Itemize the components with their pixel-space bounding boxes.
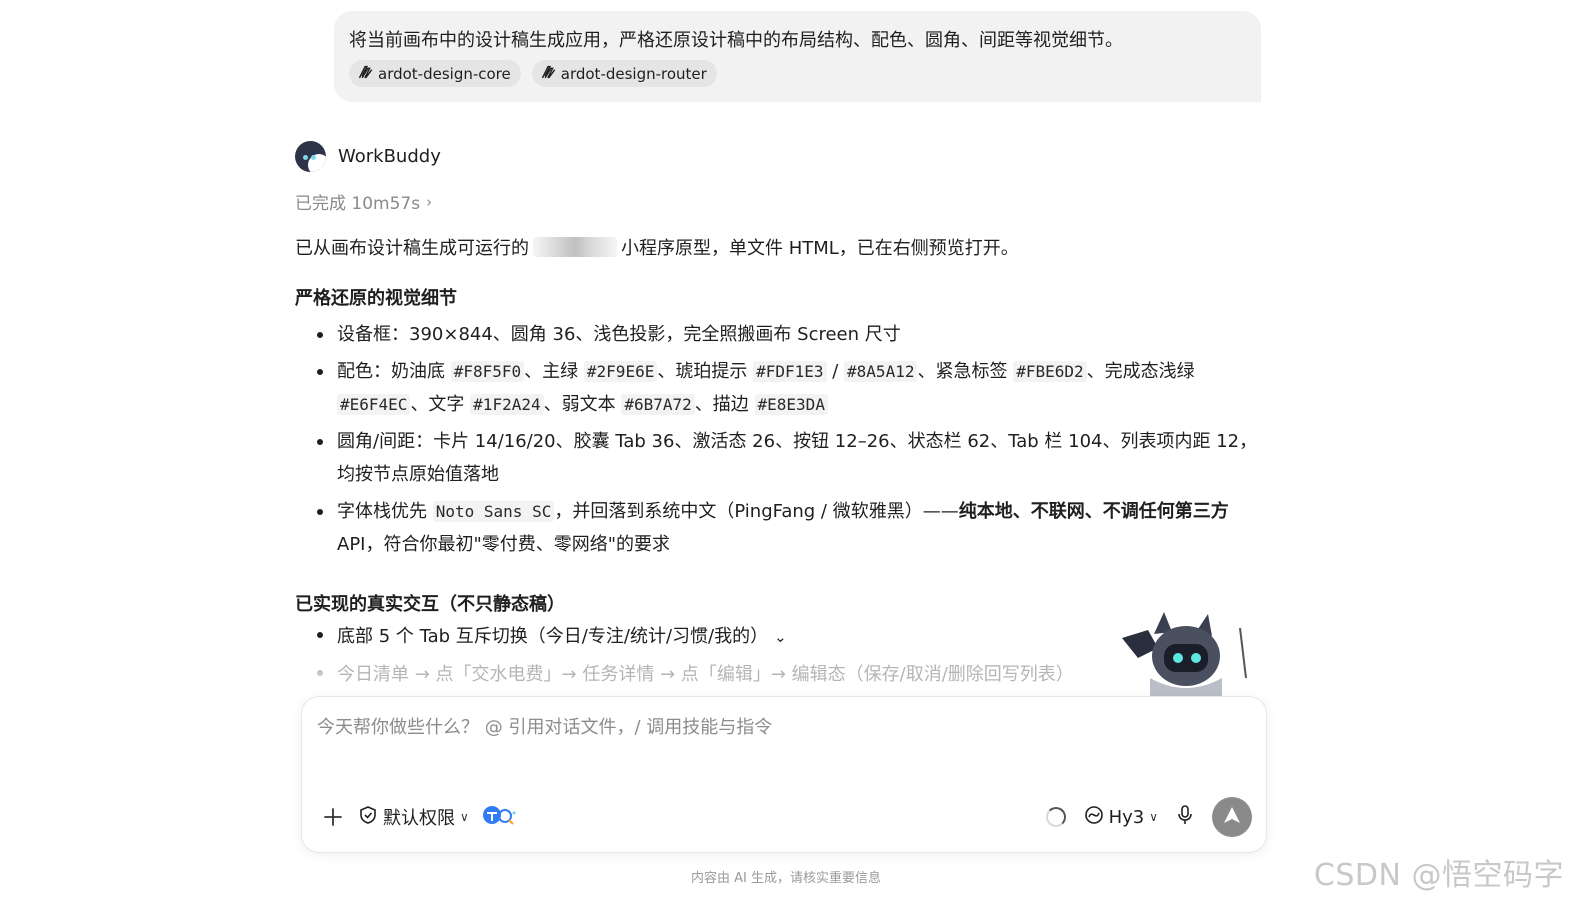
watermark: CSDN @悟空码字 — [1313, 858, 1564, 893]
visual-details-list: 设备框：390×844、圆角 36、浅色投影，完全照搬画布 Screen 尺寸 … — [295, 318, 1265, 561]
color-code: #FDF1E3 — [753, 361, 827, 382]
color-code: #FBE6D2 — [1013, 361, 1087, 382]
list-item: 字体栈优先 Noto Sans SC ，并回落到系统中文（PingFang / 微… — [295, 495, 1265, 561]
model-dropdown[interactable]: Hy3 ∨ — [1084, 805, 1158, 830]
intro-text-after: 小程序原型，单文件 HTML，已在右侧预览打开。 — [621, 238, 1019, 259]
user-message-bubble: 将当前画布中的设计稿生成应用，严格还原设计稿中的布局结构、配色、圆角、间距等视觉… — [334, 11, 1261, 102]
completion-status[interactable]: 已完成 10m57s › — [295, 189, 433, 215]
spinner-icon — [1045, 807, 1066, 827]
send-arrow-icon — [1222, 805, 1242, 829]
chevron-down-icon: ∨ — [1149, 810, 1158, 824]
list-item: 配色：奶油底 #F8F5F0 、主绿 #2F9E6E 、琥珀提示 #FDF1E3 /… — [295, 355, 1265, 421]
permission-label: 默认权限 — [383, 808, 455, 829]
model-label: Hy3 — [1108, 806, 1145, 828]
assistant-name: WorkBuddy — [338, 146, 441, 167]
skill-chip-icon — [357, 63, 375, 85]
font-code: Noto Sans SC — [432, 501, 555, 522]
skill-chip[interactable]: ardot-design-router — [531, 60, 717, 87]
mic-icon[interactable] — [1176, 804, 1194, 830]
permission-dropdown[interactable]: 默认权限 ∨ — [358, 804, 469, 830]
skill-chip[interactable]: ardot-design-core — [349, 60, 521, 87]
color-code: #F8F5F0 — [450, 361, 525, 382]
agent-icon[interactable] — [481, 803, 517, 831]
redacted-name — [533, 237, 617, 257]
chevron-right-icon: › — [426, 192, 433, 211]
assistant-response: 已从画布设计稿生成可运行的 小程序原型，单文件 HTML，已在右侧预览打开。 严格… — [295, 236, 1265, 565]
color-code: #E8E3DA — [754, 394, 828, 415]
composer-toolbar: 默认权限 ∨ Hy3 ∨ — [320, 796, 1252, 838]
skill-chip-label: ardot-design-core — [378, 64, 511, 83]
chevron-down-icon[interactable]: ⌄ — [774, 619, 787, 656]
list-item: 设备框：390×844、圆角 36、浅色投影，完全照搬画布 Screen 尺寸 — [295, 318, 1265, 351]
mascot-image — [1118, 608, 1248, 698]
color-code: #2F9E6E — [583, 361, 658, 382]
skill-chip-label: ardot-design-router — [560, 64, 707, 83]
color-code: #8A5A12 — [844, 361, 918, 382]
chat-composer: 默认权限 ∨ Hy3 ∨ — [301, 696, 1267, 853]
plus-icon[interactable] — [320, 804, 346, 830]
message-input[interactable] — [317, 717, 1217, 738]
color-code: #E6F4EC — [337, 394, 411, 415]
completion-status-text: 已完成 10m57s — [295, 194, 421, 214]
user-message-text: 将当前画布中的设计稿生成应用，严格还原设计稿中的布局结构、配色、圆角、间距等视觉… — [349, 30, 1123, 51]
skill-chip-icon — [540, 63, 558, 85]
model-icon — [1084, 805, 1104, 830]
shield-check-icon — [358, 805, 378, 830]
intro-text-before: 已从画布设计稿生成可运行的 — [295, 238, 529, 259]
send-button[interactable] — [1212, 797, 1252, 837]
chevron-down-icon: ∨ — [460, 810, 469, 824]
assistant-header: WorkBuddy — [295, 141, 441, 172]
response-intro: 已从画布设计稿生成可运行的 小程序原型，单文件 HTML，已在右侧预览打开。 — [295, 236, 1265, 262]
section-title: 严格还原的视觉细节 — [295, 288, 457, 309]
color-code: #1F2A24 — [470, 394, 544, 415]
color-code: #6B7A72 — [621, 394, 695, 415]
avatar — [295, 141, 326, 172]
list-item: 圆角/间距：卡片 14/16/20、胶囊 Tab 36、激活态 26、按钮 12… — [295, 425, 1265, 491]
skill-chips: ardot-design-core ardot-design-router — [349, 60, 1246, 87]
